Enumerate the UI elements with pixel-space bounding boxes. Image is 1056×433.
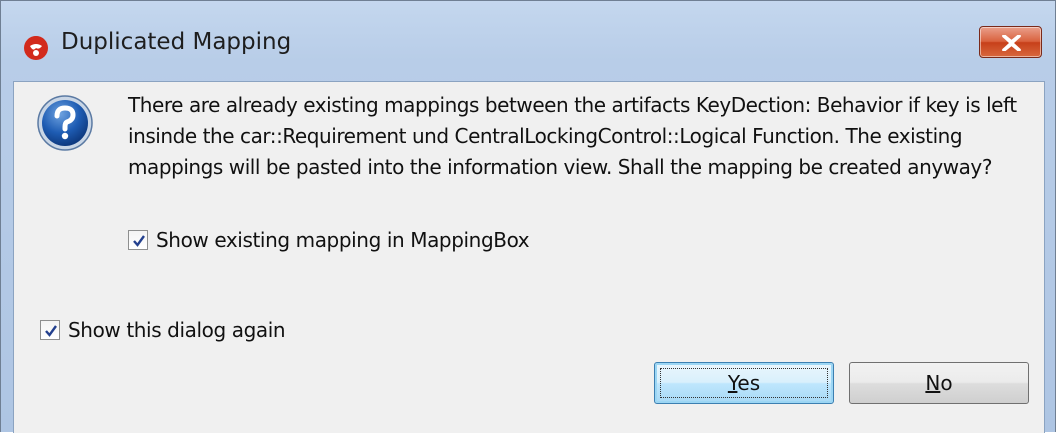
- window-title: Duplicated Mapping: [61, 29, 292, 55]
- no-button-label: No: [925, 371, 953, 395]
- yes-button[interactable]: Yes: [654, 362, 834, 404]
- no-button[interactable]: No: [849, 362, 1029, 404]
- checkbox[interactable]: [40, 320, 60, 340]
- close-icon: [1002, 35, 1021, 51]
- show-in-mappingbox-checkbox[interactable]: Show existing mapping in MappingBox: [128, 228, 530, 252]
- close-button[interactable]: [979, 26, 1042, 58]
- checkbox[interactable]: [128, 230, 148, 250]
- check-icon: [133, 235, 145, 247]
- question-icon: [36, 94, 94, 152]
- dialog-window: Duplicated Mapping There are already exi…: [0, 0, 1056, 433]
- app-logo-icon: [21, 31, 51, 61]
- show-dialog-again-checkbox[interactable]: Show this dialog again: [40, 318, 286, 342]
- checkbox-label: Show this dialog again: [68, 318, 286, 342]
- focus-rectangle: [660, 368, 828, 398]
- title-bar[interactable]: Duplicated Mapping: [1, 1, 1055, 91]
- dialog-content: There are already existing mappings betw…: [13, 81, 1045, 433]
- check-icon: [45, 325, 57, 337]
- message-text: There are already existing mappings betw…: [128, 93, 1017, 179]
- checkbox-label: Show existing mapping in MappingBox: [156, 228, 530, 252]
